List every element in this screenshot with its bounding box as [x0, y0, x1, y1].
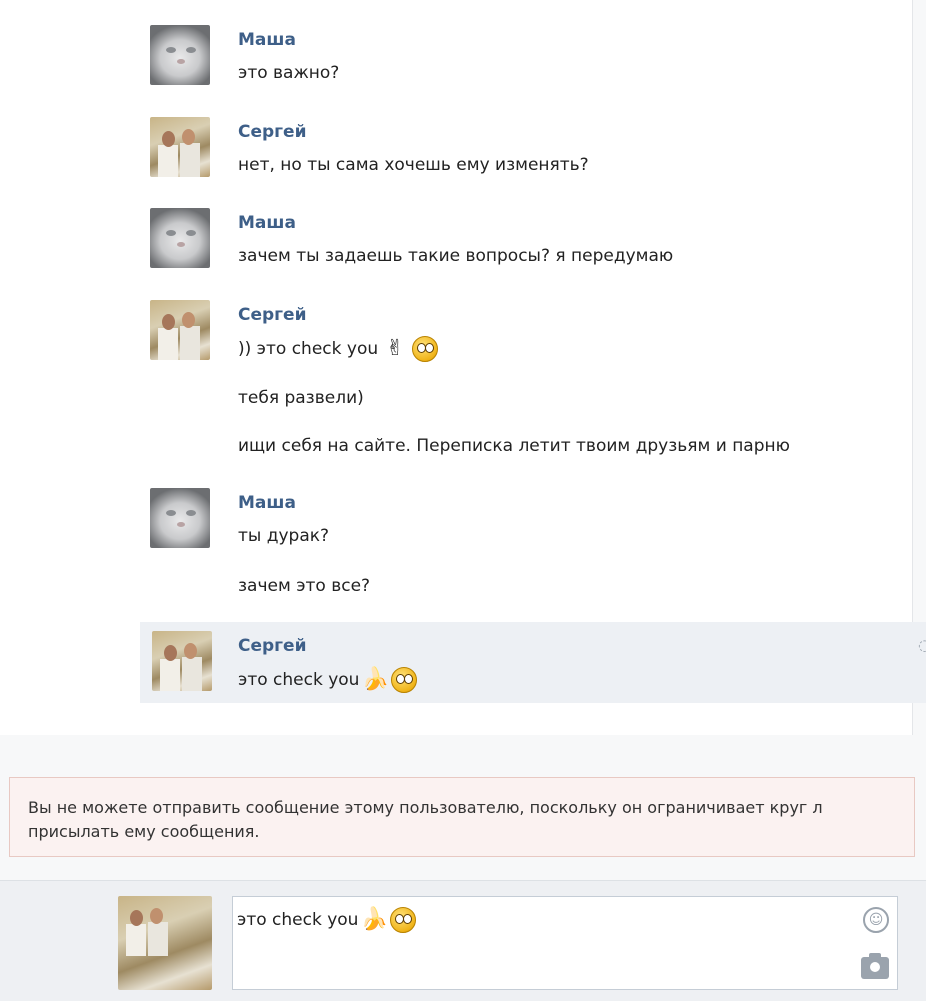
message-group-selected[interactable]: Сергей это check you 🍌 — [152, 631, 912, 693]
my-avatar[interactable] — [118, 896, 212, 990]
avatar[interactable] — [150, 208, 210, 268]
message-text: нет, но ты сама хочешь ему изменять? — [238, 155, 589, 175]
smiley-face-icon — [412, 336, 439, 362]
avatar[interactable] — [150, 488, 210, 548]
message-group: Маша ты дурак? зачем это все? — [150, 488, 910, 608]
message-group: Сергей нет, но ты сама хочешь ему изменя… — [150, 117, 910, 177]
message-author[interactable]: Сергей — [238, 636, 307, 656]
message-author[interactable]: Маша — [238, 30, 296, 50]
message-time-icon[interactable]: ◌ — [918, 636, 926, 654]
message-input[interactable]: это check you 🍌 ☺ — [232, 896, 898, 990]
notice-line: присылать ему сообщения. — [28, 822, 260, 841]
message-group: Маша это важно? — [150, 25, 910, 85]
message-author[interactable]: Маша — [238, 213, 296, 233]
smiley-face-icon — [391, 667, 418, 693]
message-text: зачем это все? — [238, 576, 371, 596]
banana-icon: 🍌 — [361, 667, 389, 692]
banana-icon: 🍌 — [360, 907, 388, 932]
restriction-notice: Вы не можете отправить сообщение этому п… — [9, 777, 915, 857]
message-author[interactable]: Сергей — [238, 122, 307, 142]
message-author[interactable]: Маша — [238, 493, 296, 513]
camera-icon[interactable] — [861, 953, 889, 979]
message-text: это check you 🍌 — [238, 667, 418, 693]
message-text: зачем ты задаешь такие вопросы? я переду… — [238, 246, 674, 266]
message-text: )) это check you ✌ — [238, 336, 439, 362]
message-text: это важно? — [238, 63, 340, 83]
message-author[interactable]: Сергей — [238, 305, 307, 325]
message-text: тебя развели) — [238, 388, 364, 408]
avatar[interactable] — [150, 300, 210, 360]
notice-line: Вы не можете отправить сообщение этому п… — [28, 798, 823, 817]
avatar[interactable] — [150, 117, 210, 177]
message-text: ты дурак? — [238, 526, 330, 546]
avatar[interactable] — [152, 631, 212, 691]
emoji-picker-button[interactable]: ☺ — [863, 907, 889, 933]
message-group: Маша зачем ты задаешь такие вопросы? я п… — [150, 208, 910, 268]
message-input-text[interactable]: это check you 🍌 — [237, 907, 417, 933]
message-group: Сергей )) это check you ✌ тебя развели) … — [150, 300, 910, 470]
avatar[interactable] — [150, 25, 210, 85]
smiley-face-icon — [390, 907, 417, 933]
peace-hand-icon: ✌ — [385, 336, 405, 361]
message-text: ищи себя на сайте. Переписка летит твоим… — [238, 436, 790, 456]
